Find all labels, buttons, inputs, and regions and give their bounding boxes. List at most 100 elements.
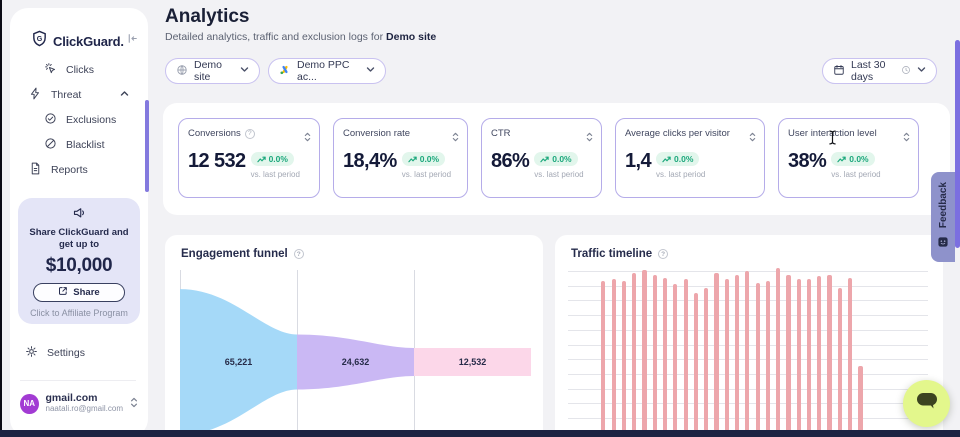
- app-window: G ClickGuard. Clicks: [0, 0, 960, 437]
- trend-up-icon: [837, 155, 846, 163]
- ppc-account-value: Demo PPC ac...: [297, 59, 360, 83]
- change-value: 0.0%: [552, 154, 571, 164]
- change-badge: 0.0%: [656, 152, 699, 166]
- trend-up-icon: [408, 155, 417, 163]
- timeline-bar: [632, 273, 636, 432]
- megaphone-icon: [72, 207, 87, 224]
- timeline-bar: [725, 279, 729, 432]
- collapse-sidebar-icon[interactable]: [126, 32, 139, 50]
- account-email: naatali.ro@gmail.com: [46, 404, 123, 414]
- info-icon[interactable]: ?: [245, 129, 255, 139]
- change-badge: 0.0%: [534, 152, 577, 166]
- stat-label: Average clicks per visitor: [625, 128, 730, 139]
- change-value: 0.0%: [269, 154, 288, 164]
- change-badge: 0.0%: [251, 152, 294, 166]
- stat-card-interaction-level[interactable]: User interaction level 38% 0.0% vs. last…: [778, 118, 919, 198]
- stat-card-avg-clicks[interactable]: Average clicks per visitor 1,4 0.0% vs. …: [615, 118, 765, 198]
- svg-text:G: G: [37, 35, 43, 43]
- change-value: 0.0%: [849, 154, 868, 164]
- stat-value: 1,4: [625, 150, 651, 172]
- chevron-down-icon: [366, 65, 375, 77]
- text-cursor: [828, 130, 837, 150]
- sidebar-item-label: Settings: [47, 347, 85, 359]
- timeline-bar: [766, 281, 770, 432]
- stat-value: 18,4%: [343, 150, 397, 172]
- page-scrollbar[interactable]: [955, 40, 960, 248]
- sort-icon[interactable]: [586, 129, 593, 147]
- gear-icon: [25, 345, 38, 361]
- timeline-chart: [568, 268, 930, 432]
- change-value: 0.0%: [674, 154, 693, 164]
- timeline-bar: [735, 275, 739, 432]
- stat-caption: vs. last period: [251, 170, 300, 179]
- stat-card-conversions[interactable]: Conversions ? 12 532 0.0% vs. last perio…: [178, 118, 320, 198]
- timeline-bar: [612, 279, 616, 432]
- stat-card-ctr[interactable]: CTR 86% 0.0% vs. last period: [481, 118, 602, 198]
- timeline-chart-title: Traffic timeline: [571, 248, 652, 260]
- sidebar-item-clicks[interactable]: Clicks: [44, 62, 94, 78]
- cursor-click-icon: [44, 62, 57, 78]
- chevron-down-icon: [917, 65, 926, 77]
- help-icon[interactable]: ?: [294, 249, 304, 259]
- stat-value: 86%: [491, 150, 529, 172]
- trend-up-icon: [257, 155, 266, 163]
- window-edge-left: [0, 0, 2, 437]
- stat-value: 38%: [788, 150, 826, 172]
- sort-icon[interactable]: [749, 129, 756, 147]
- ban-icon: [44, 137, 57, 153]
- timeline-bars: [591, 268, 863, 432]
- stat-caption: vs. last period: [402, 170, 451, 179]
- sidebar-item-settings[interactable]: Settings: [25, 345, 85, 361]
- sidebar-item-blacklist[interactable]: Blacklist: [44, 137, 105, 153]
- share-button[interactable]: Share: [33, 283, 125, 302]
- sidebar-item-threat[interactable]: Threat: [29, 87, 129, 103]
- stat-card-conversion-rate[interactable]: Conversion rate 18,4% 0.0% vs. last peri…: [333, 118, 468, 198]
- ppc-account-dropdown[interactable]: Demo PPC ac...: [268, 58, 386, 84]
- page-title: Analytics: [165, 6, 249, 28]
- sort-icon[interactable]: [452, 129, 459, 147]
- page-subtitle: Detailed analytics, traffic and exclusio…: [165, 31, 436, 43]
- account-switcher[interactable]: NA gmail.com naatali.ro@gmail.com: [20, 393, 138, 414]
- timeline-bar: [786, 275, 790, 432]
- promo-text-line2: get up to: [18, 239, 140, 251]
- svg-text:24,632: 24,632: [342, 357, 370, 367]
- page-subtitle-target: Demo site: [386, 31, 436, 43]
- timeline-bar: [694, 293, 698, 432]
- sidebar-item-exclusions[interactable]: Exclusions: [44, 112, 116, 128]
- help-icon[interactable]: ?: [658, 249, 668, 259]
- sort-icon[interactable]: [903, 129, 910, 147]
- affiliate-promo-card[interactable]: Share ClickGuard and get up to $10,000 S…: [18, 198, 140, 324]
- svg-text:12,532: 12,532: [459, 357, 487, 367]
- timeline-bar: [817, 276, 821, 432]
- sidebar-item-label: Exclusions: [66, 114, 116, 126]
- sort-icon[interactable]: [304, 129, 311, 147]
- sidebar-item-reports[interactable]: Reports: [29, 162, 88, 178]
- google-ads-icon: [279, 64, 291, 79]
- logo-text: ClickGuard.: [53, 34, 124, 49]
- timeline-bar: [756, 283, 760, 432]
- sidebar-item-label: Threat: [51, 89, 81, 101]
- trend-up-icon: [540, 155, 549, 163]
- sidebar: G ClickGuard. Clicks: [10, 8, 148, 437]
- stat-label: Conversions: [188, 128, 241, 139]
- timeline-bar: [673, 284, 677, 432]
- stats-panel: Conversions ? 12 532 0.0% vs. last perio…: [163, 103, 950, 215]
- share-button-label: Share: [73, 287, 99, 298]
- timeline-bar: [642, 270, 646, 432]
- sidebar-scrollbar[interactable]: [145, 100, 149, 192]
- timeline-bar: [704, 288, 708, 432]
- globe-icon: [176, 64, 188, 79]
- chevron-down-icon: [240, 65, 249, 77]
- timeline-bar: [807, 279, 811, 432]
- feedback-tab[interactable]: Feedback: [931, 172, 955, 262]
- funnel-chart: 65,22124,63212,532: [180, 270, 531, 437]
- date-range-dropdown[interactable]: Last 30 days: [822, 58, 937, 84]
- promo-text-line1: Share ClickGuard and: [18, 227, 140, 239]
- timeline-bar: [827, 275, 831, 432]
- chat-launcher-button[interactable]: [903, 380, 950, 427]
- timeline-bar: [714, 273, 718, 432]
- feedback-icon: [938, 234, 948, 252]
- site-filter-dropdown[interactable]: Demo site: [165, 58, 260, 84]
- chevron-updown-icon: [130, 395, 138, 413]
- date-range-value: Last 30 days: [851, 59, 895, 83]
